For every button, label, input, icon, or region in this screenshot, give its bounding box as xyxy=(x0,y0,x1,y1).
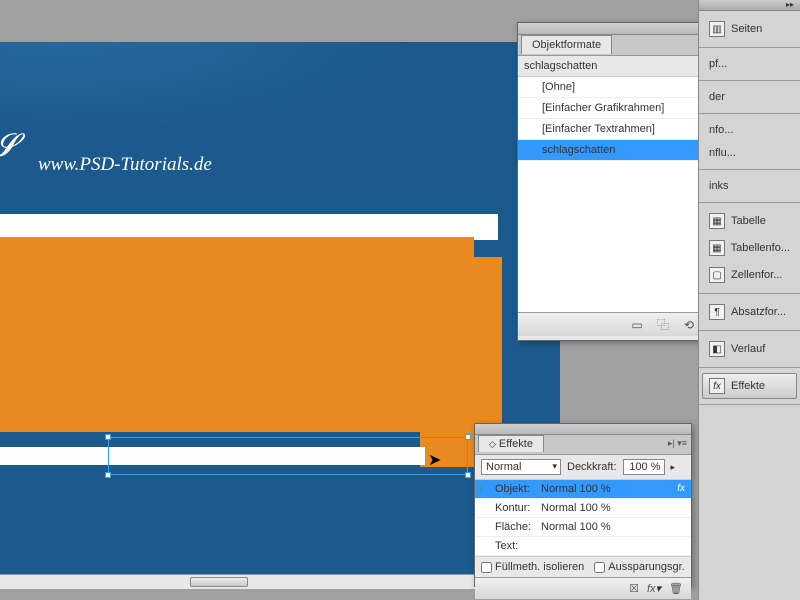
clear-icon[interactable]: ⟲ xyxy=(681,317,697,333)
blend-row: Normal Deckkraft: 100 % ▸ xyxy=(475,455,691,480)
dock-seiten[interactable]: ▥ Seiten xyxy=(702,16,797,42)
blend-mode-select[interactable]: Normal xyxy=(481,459,561,475)
opacity-label: Deckkraft: xyxy=(567,461,617,473)
fx-row-objekt[interactable]: ▾ Objekt: Normal 100 % fx xyxy=(475,480,691,499)
fx-label: Text: xyxy=(481,540,541,552)
fx-value: Normal 100 % xyxy=(541,483,685,495)
fx-target-list: ▾ Objekt: Normal 100 % fx Kontur: Normal… xyxy=(475,480,691,556)
scrollbar-thumb[interactable] xyxy=(190,577,248,587)
style-label: schlagschatten xyxy=(542,144,615,156)
dock-label: der xyxy=(709,91,725,103)
table-icon: ▦ xyxy=(709,213,725,229)
fx-label: Fläche: xyxy=(481,521,541,533)
pages-icon: ▥ xyxy=(709,21,725,37)
table-styles-icon: ▦ xyxy=(709,240,725,256)
cell-styles-icon: ▢ xyxy=(709,267,725,283)
dock-item[interactable]: nflu... xyxy=(702,142,797,164)
fx-value: Normal 100 % xyxy=(541,502,685,514)
dock-item[interactable]: der xyxy=(702,86,797,108)
right-dock: ▸▸ ▥ Seiten pf... der nfo... nflu... inks… xyxy=(698,0,800,600)
fx-value: Normal 100 % xyxy=(541,521,685,533)
resize-handle-nw[interactable] xyxy=(105,434,111,440)
dock-label: Absatzfor... xyxy=(731,306,786,318)
dock-effekte[interactable]: fx Effekte xyxy=(702,373,797,399)
selection-bounds[interactable] xyxy=(108,437,468,475)
cursor-icon: ➤ xyxy=(428,450,441,470)
dock-item[interactable]: nfo... xyxy=(702,119,797,141)
fx-badge-icon: fx xyxy=(677,483,685,494)
style-label: [Ohne] xyxy=(542,81,575,93)
dock-tabelle[interactable]: ▦ Tabelle xyxy=(702,208,797,234)
resize-handle-se[interactable] xyxy=(465,472,471,478)
knockout-checkbox[interactable]: Aussparungsgr. xyxy=(594,561,684,573)
resize-handle-ne[interactable] xyxy=(465,434,471,440)
tab-objektformate[interactable]: Objektformate xyxy=(521,35,612,54)
fx-label: Kontur: xyxy=(481,502,541,514)
fx-menu-icon[interactable]: fx▾ xyxy=(647,582,661,595)
dock-tabellenfo[interactable]: ▦ Tabellenfo... xyxy=(702,235,797,261)
checkbox-label: Aussparungsgr. xyxy=(608,561,684,573)
style-label: [Einfacher Textrahmen] xyxy=(542,123,655,135)
dock-verlauf[interactable]: ◧ Verlauf xyxy=(702,336,797,362)
panel-controls[interactable]: ▸| ▾≡ xyxy=(668,438,687,449)
fx-icon: fx xyxy=(709,378,725,394)
dock-label: Tabellenfo... xyxy=(731,242,790,254)
gradient-icon: ◧ xyxy=(709,341,725,357)
fx-checks: Füllmeth. isolieren Aussparungsgr. xyxy=(475,556,691,577)
dock-label: Verlauf xyxy=(731,343,765,355)
page-url-text: www.PSD-Tutorials.de xyxy=(38,154,212,176)
dock-label: nfo... xyxy=(709,124,733,136)
dock-collapse[interactable]: ▸▸ xyxy=(699,0,800,11)
dock-label: inks xyxy=(709,180,729,192)
dock-absatzfor[interactable]: ¶ Absatzfor... xyxy=(702,299,797,325)
dock-zellenfor[interactable]: ▢ Zellenfor... xyxy=(702,262,797,288)
filter-text: schlagschatten xyxy=(524,60,597,72)
dock-label: Effekte xyxy=(731,380,765,392)
trash-icon[interactable]: 🗑 xyxy=(669,582,683,595)
resize-handle-sw[interactable] xyxy=(105,472,111,478)
fx-row-flaeche[interactable]: Fläche: Normal 100 % xyxy=(475,518,691,537)
checkbox-label: Füllmeth. isolieren xyxy=(495,561,584,573)
new-group-icon[interactable]: ⿻ xyxy=(655,317,671,333)
dock-label: nflu... xyxy=(709,147,736,159)
fx-row-text: Text: xyxy=(475,537,691,556)
tab-effekte[interactable]: Effekte xyxy=(478,435,544,452)
dock-label: pf... xyxy=(709,58,727,70)
isolate-checkbox[interactable]: Füllmeth. isolieren xyxy=(481,561,584,573)
dock-label: Seiten xyxy=(731,23,762,35)
dock-item[interactable]: inks xyxy=(702,175,797,197)
effekte-panel[interactable]: Effekte ▸| ▾≡ Normal Deckkraft: 100 % ▸ … xyxy=(474,423,692,587)
style-label: [Einfacher Grafikrahmen] xyxy=(542,102,664,114)
clear-fx-icon[interactable]: ☒ xyxy=(629,582,639,595)
panel-footer: ☒ fx▾ 🗑 xyxy=(475,577,691,599)
dock-label: Zellenfor... xyxy=(731,269,782,281)
opacity-stepper-icon[interactable]: ▸ xyxy=(671,462,676,473)
panel-tab-row: Effekte ▸| ▾≡ xyxy=(475,435,691,455)
expand-arrow-icon[interactable]: ▾ xyxy=(479,484,483,493)
fx-row-kontur[interactable]: Kontur: Normal 100 % xyxy=(475,499,691,518)
folder-icon[interactable]: ▭ xyxy=(629,317,645,333)
logo-brush-icon: 𝓢 xyxy=(0,127,17,165)
dock-label: Tabelle xyxy=(731,215,766,227)
dock-item[interactable]: pf... xyxy=(702,53,797,75)
fx-label: Objekt: xyxy=(481,483,541,495)
opacity-input[interactable]: 100 % xyxy=(623,459,665,475)
orange-rect-large[interactable] xyxy=(0,237,474,432)
panel-chrome[interactable] xyxy=(475,424,691,435)
paragraph-styles-icon: ¶ xyxy=(709,304,725,320)
